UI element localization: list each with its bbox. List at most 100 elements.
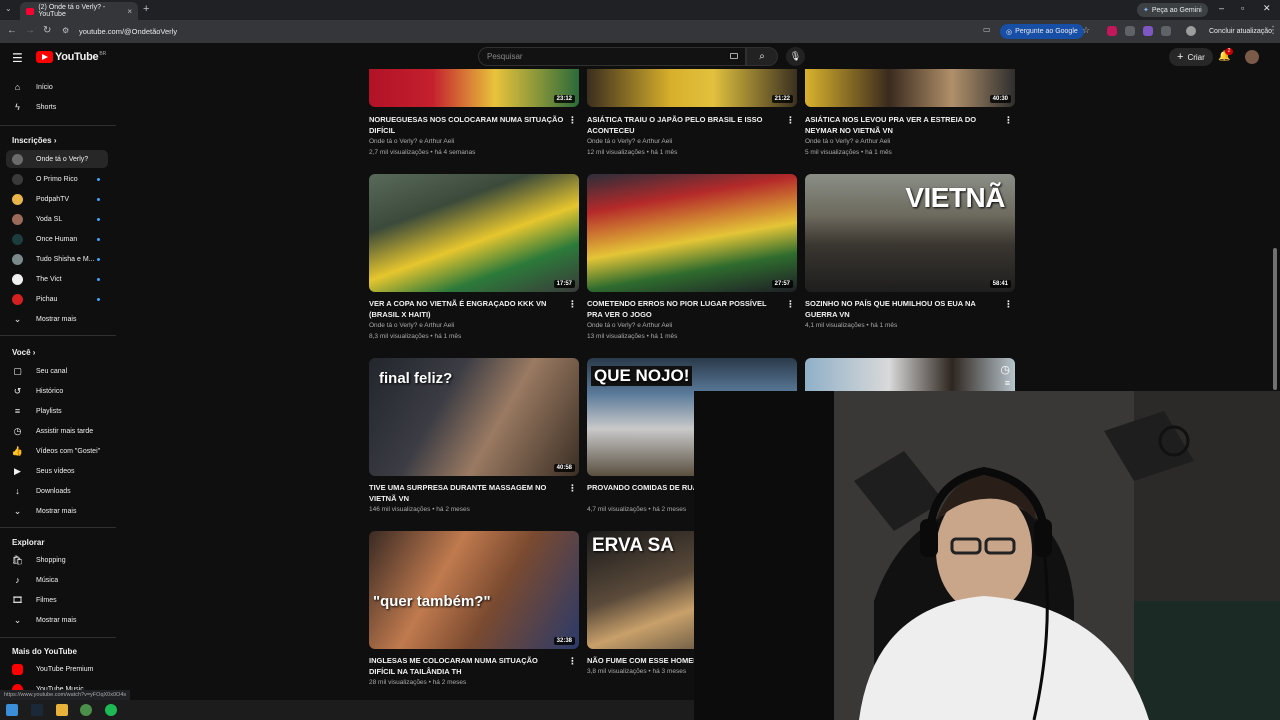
video-card[interactable]: 40:30 ASIÁTICA NOS LEVOU PRA VER A ESTRE… — [805, 69, 1015, 161]
video-card[interactable]: 27:57 COMETENDO ERROS NO PIOR LUGAR POSS… — [587, 174, 797, 344]
extensions-puzzle-icon[interactable] — [1161, 26, 1171, 36]
sidebar-sub-1[interactable]: O Primo Rico — [6, 170, 108, 188]
restore-icon[interactable]: ▫ — [1241, 3, 1244, 13]
video-thumbnail[interactable]: "quer também?" 32:38 — [369, 531, 579, 649]
keyboard-icon[interactable] — [730, 53, 738, 59]
video-channel[interactable]: Onde tá o Verly? e Arthur Aeli — [369, 136, 454, 147]
search-button[interactable]: ⌕ — [746, 47, 778, 66]
you-header[interactable]: Você › — [12, 348, 35, 357]
more-options-icon[interactable]: ⋮ — [1004, 299, 1013, 310]
subscriptions-header[interactable]: Inscrições › — [12, 136, 56, 145]
sidebar-item-premium[interactable]: YouTube Premium — [6, 660, 108, 678]
new-tab-icon[interactable]: + — [143, 3, 149, 15]
you-show-more[interactable]: ⌄ Mostrar mais — [6, 502, 108, 520]
youtube-logo[interactable]: YouTube BR — [36, 51, 106, 63]
url-field[interactable]: youtube.com/@OndetãoVerly — [72, 23, 992, 40]
more-options-icon[interactable]: ⋮ — [1004, 115, 1013, 126]
video-channel[interactable]: Onde tá o Verly? e Arthur Aeli — [587, 320, 672, 331]
more-options-icon[interactable]: ⋮ — [568, 299, 577, 310]
add-to-queue-icon[interactable]: ≡ — [1005, 378, 1010, 388]
create-button[interactable]: + Criar — [1169, 48, 1213, 66]
gemini-button[interactable]: ✦ Peça ao Gemini — [1137, 3, 1208, 17]
page-scrollbar[interactable] — [1273, 248, 1277, 390]
windows-start-icon[interactable] — [6, 704, 18, 716]
update-button[interactable]: Concluir atualização — [1203, 24, 1278, 39]
close-tab-icon[interactable]: × — [127, 7, 132, 16]
video-thumbnail[interactable]: 40:30 — [805, 69, 1015, 107]
sidebar-item-liked[interactable]: 👍 Vídeos com "Gostei" — [6, 442, 108, 460]
audio-icon[interactable] — [1125, 26, 1135, 36]
video-channel[interactable]: Onde tá o Verly? e Arthur Aeli — [369, 320, 454, 331]
video-thumbnail[interactable]: 17:57 — [369, 174, 579, 292]
sidebar-sub-4[interactable]: Once Human — [6, 230, 108, 248]
video-thumbnail[interactable]: ◷ ≡ — [805, 358, 1015, 391]
more-options-icon[interactable]: ⋮ — [786, 299, 795, 310]
reload-icon[interactable]: ↻ — [43, 25, 51, 36]
more-options-icon[interactable]: ⋮ — [568, 656, 577, 667]
browser-tab[interactable]: (2) Onde tá o Verly? - YouTube × — [20, 2, 138, 20]
video-title[interactable]: SOZINHO NO PAÍS QUE HUMILHOU OS EUA NA G… — [805, 298, 1001, 320]
video-title[interactable]: NORUEGUESAS NOS COLOCARAM NUMA SITUAÇÃO … — [369, 114, 565, 136]
explore-show-more[interactable]: ⌄ Mostrar mais — [6, 611, 108, 629]
sidebar-item-history[interactable]: ↺ Histórico — [6, 382, 108, 400]
more-options-icon[interactable]: ⋮ — [568, 115, 577, 126]
video-thumbnail[interactable]: VIETNÃ 58:41 — [805, 174, 1015, 292]
video-title[interactable]: COMETENDO ERROS NO PIOR LUGAR POSSÍVEL P… — [587, 298, 783, 320]
watch-later-clock-icon[interactable]: ◷ — [1000, 363, 1010, 376]
video-title[interactable]: ASIÁTICA NOS LEVOU PRA VER A ESTREIA DO … — [805, 114, 1001, 136]
video-title[interactable]: ASIÁTICA TRAIU O JAPÃO PELO BRASIL E ISS… — [587, 114, 783, 136]
sidebar-sub-3[interactable]: Yoda SL — [6, 210, 108, 228]
site-info-icon[interactable]: ⚙ — [62, 26, 69, 35]
video-title[interactable]: VER A COPA NO VIETNÃ É ENGRAÇADO KKK VN … — [369, 298, 565, 320]
video-thumbnail[interactable]: ERVA SA — [587, 531, 694, 649]
video-card[interactable]: 21:22 ASIÁTICA TRAIU O JAPÃO PELO BRASIL… — [587, 69, 797, 161]
sidebar-sub-5[interactable]: Tudo Shisha e M... — [6, 250, 108, 268]
sidebar-item-your-channel[interactable]: ▢ Seu canal — [6, 362, 108, 380]
close-window-icon[interactable]: ✕ — [1263, 3, 1271, 14]
sidebar-sub-2[interactable]: PodpahTV — [6, 190, 108, 208]
subscriptions-show-more[interactable]: ⌄ Mostrar mais — [6, 310, 108, 328]
minimize-icon[interactable]: – — [1219, 3, 1224, 13]
sidebar-item-playlists[interactable]: ≡ Playlists — [6, 402, 108, 420]
sidebar-item-downloads[interactable]: ↓ Downloads — [6, 482, 108, 500]
video-card[interactable]: "quer também?" 32:38 INGLESAS ME COLOCAR… — [369, 531, 579, 691]
account-avatar[interactable] — [1245, 50, 1259, 64]
tab-search-icon[interactable]: ⌄ — [5, 4, 12, 13]
bookmark-star-icon[interactable]: ☆ — [1082, 25, 1090, 36]
more-options-icon[interactable]: ⋮ — [568, 483, 577, 494]
video-thumbnail[interactable]: final feliz? 40:58 — [369, 358, 579, 476]
sidebar-sub-0[interactable]: Onde tá o Verly? — [6, 150, 108, 168]
sidebar-sub-7[interactable]: Pichau — [6, 290, 108, 308]
video-card[interactable]: 23:12 NORUEGUESAS NOS COLOCARAM NUMA SIT… — [369, 69, 579, 161]
video-channel[interactable]: Onde tá o Verly? e Arthur Aeli — [587, 136, 672, 147]
profile-icon[interactable] — [1186, 26, 1196, 36]
video-card[interactable]: ERVA SA NÃO FUME COM ESSE HOMEM 3,8 mil … — [587, 531, 694, 691]
video-title[interactable]: TIVE UMA SURPRESA DURANTE MASSAGEM NO VI… — [369, 482, 565, 504]
sidebar-item-watch-later[interactable]: ◷ Assistir mais tarde — [6, 422, 108, 440]
forward-icon[interactable]: → — [25, 25, 35, 36]
video-card[interactable]: 17:57 VER A COPA NO VIETNÃ É ENGRAÇADO K… — [369, 174, 579, 344]
video-title[interactable]: NÃO FUME COM ESSE HOMEM — [587, 655, 694, 666]
steam-icon[interactable] — [31, 704, 43, 716]
sidebar-item-home[interactable]: ⌂ Início — [6, 78, 108, 96]
menu-icon[interactable]: ☰ — [12, 51, 23, 65]
video-card[interactable]: VIETNÃ 58:41 SOZINHO NO PAÍS QUE HUMILHO… — [805, 174, 1015, 344]
video-thumbnail[interactable]: 27:57 — [587, 174, 797, 292]
extension-icon[interactable] — [1143, 26, 1153, 36]
video-card[interactable]: final feliz? 40:58 TIVE UMA SURPRESA DUR… — [369, 358, 579, 518]
back-icon[interactable]: ← — [7, 25, 17, 36]
install-icon[interactable]: ▭ — [983, 25, 991, 34]
sidebar-item-shopping[interactable]: 🛍 Shopping — [6, 551, 108, 569]
sidebar-item-music[interactable]: ♪ Música — [6, 571, 108, 589]
more-options-icon[interactable]: ⋮ — [786, 115, 795, 126]
sidebar-item-your-videos[interactable]: ▶ Seus vídeos — [6, 462, 108, 480]
voice-search-button[interactable]: 🎙 — [786, 47, 805, 66]
video-thumbnail[interactable]: 23:12 — [369, 69, 579, 107]
sidebar-item-movies[interactable]: 🎞 Filmes — [6, 591, 108, 609]
search-input[interactable]: Pesquisar — [478, 47, 746, 66]
chrome-icon[interactable] — [80, 704, 92, 716]
sidebar-item-shorts[interactable]: ϟ Shorts — [6, 98, 108, 116]
browser-menu-icon[interactable]: ⋮ — [1268, 25, 1278, 36]
video-title[interactable]: INGLESAS ME COLOCARAM NUMA SITUAÇÃO DIFÍ… — [369, 655, 565, 677]
spotify-icon[interactable] — [105, 704, 117, 716]
